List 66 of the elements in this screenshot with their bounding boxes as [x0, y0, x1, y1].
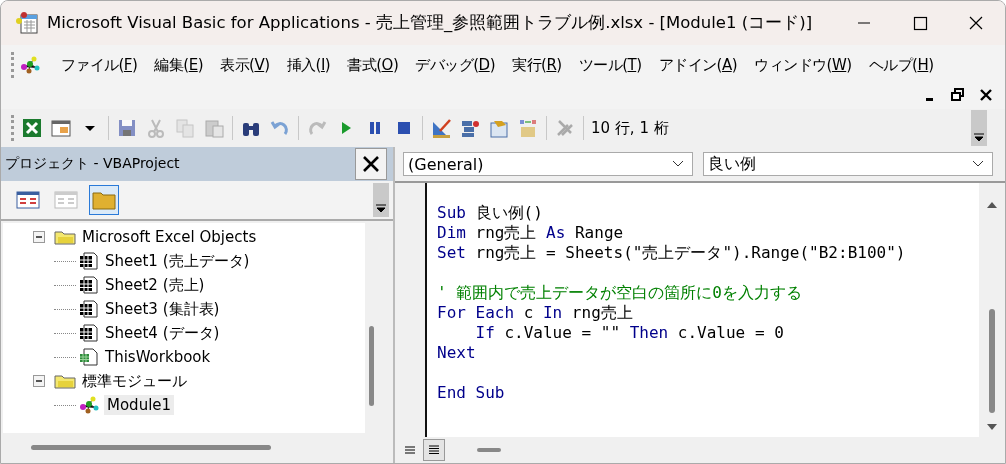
tree-item[interactable]: ThisWorkbook — [102, 347, 214, 367]
excel-icon[interactable] — [21, 117, 43, 139]
collapse-toggle[interactable] — [33, 231, 45, 243]
close-icon[interactable] — [979, 88, 993, 102]
scroll-up-icon[interactable] — [986, 201, 998, 209]
chevron-down-icon — [672, 160, 684, 168]
menu-item[interactable]: ウィンドウ(W) — [745, 55, 861, 75]
pane-title: プロジェクト - VBAProject — [5, 155, 180, 173]
module-icon — [79, 396, 101, 414]
menu-item[interactable]: デバッグ(D) — [406, 55, 504, 75]
overflow-icon — [375, 203, 387, 213]
window-title: Microsoft Visual Basic for Applications - 売上管理_参照範囲トラブル例.xlsx - [Module1 (コード)] — [47, 12, 813, 34]
toggle-folders-button[interactable] — [89, 185, 119, 215]
folder-icon — [54, 229, 76, 245]
folder-icon — [54, 373, 76, 389]
chevron-down-icon — [972, 160, 984, 168]
menu-item[interactable]: ファイル(F) — [52, 55, 146, 75]
restore-icon[interactable] — [951, 88, 965, 102]
overflow-icon — [973, 132, 985, 142]
menu-item[interactable]: 表示(V) — [211, 55, 279, 75]
scrollbar-thumb[interactable] — [31, 445, 271, 450]
scrollbar-thumb[interactable] — [477, 448, 501, 452]
worksheet-icon — [79, 300, 99, 318]
tree-item[interactable]: Sheet3 (集計表) — [102, 298, 223, 320]
worksheet-icon — [79, 324, 99, 342]
menu-item[interactable]: 書式(O) — [338, 55, 407, 75]
toolbar-overflow-button[interactable] — [971, 110, 987, 146]
code-line: Set rng売上 = Sheets("売上データ").Range("B2:B100") — [437, 243, 906, 263]
tree-item[interactable]: 標準モジュール — [79, 370, 190, 392]
worksheet-icon — [79, 276, 99, 294]
close-icon — [361, 154, 381, 174]
scroll-down-icon[interactable] — [986, 423, 998, 431]
lines-icon — [428, 445, 440, 455]
menu-item[interactable]: 実行(R) — [503, 55, 571, 75]
app-icon — [15, 11, 39, 35]
tree-item[interactable]: Module1 — [104, 395, 175, 415]
workbook-icon — [79, 348, 99, 366]
form-icon[interactable] — [50, 117, 72, 139]
code-line: End Sub — [437, 383, 505, 403]
object-dropdown[interactable]: (General) — [403, 152, 693, 176]
scrollbar-thumb[interactable] — [989, 309, 995, 413]
tree-item[interactable]: Microsoft Excel Objects — [79, 227, 260, 247]
full-module-view-button[interactable] — [423, 439, 445, 461]
collapse-toggle[interactable] — [33, 375, 45, 387]
code-line: For Each c In rng売上 — [437, 303, 633, 323]
tree-item[interactable]: Sheet1 (売上データ) — [102, 250, 253, 272]
menu-item[interactable]: 挿入(I) — [278, 55, 339, 75]
code-line: ' 範囲内で売上データが空白の箇所に0を入力する — [437, 283, 802, 303]
module-icon — [20, 56, 42, 74]
menu-item[interactable]: ツール(T) — [570, 55, 651, 75]
menu-item[interactable]: アドイン(A) — [650, 55, 746, 75]
tree-item[interactable]: Sheet2 (売上) — [102, 274, 208, 296]
code-line: Dim rng売上 As Range — [437, 223, 624, 243]
code-line: Next — [437, 343, 476, 363]
code-line: If c.Value = "" Then c.Value = 0 — [474, 323, 784, 343]
scrollbar-thumb[interactable] — [369, 326, 374, 406]
menu-item[interactable]: ヘルプ(H) — [860, 55, 943, 75]
tree-item[interactable]: Sheet4 (データ) — [102, 322, 223, 344]
toolbar-overflow-button[interactable] — [373, 183, 389, 217]
code-line: Sub 良い例() — [437, 203, 543, 223]
lines-icon — [404, 445, 416, 455]
menu-item[interactable]: 編集(E) — [145, 55, 212, 75]
worksheet-icon — [79, 252, 99, 270]
procedure-dropdown[interactable]: 良い例 — [703, 152, 993, 176]
cursor-position: 10 行, 1 桁 — [591, 118, 670, 138]
close-button[interactable] — [355, 148, 387, 180]
